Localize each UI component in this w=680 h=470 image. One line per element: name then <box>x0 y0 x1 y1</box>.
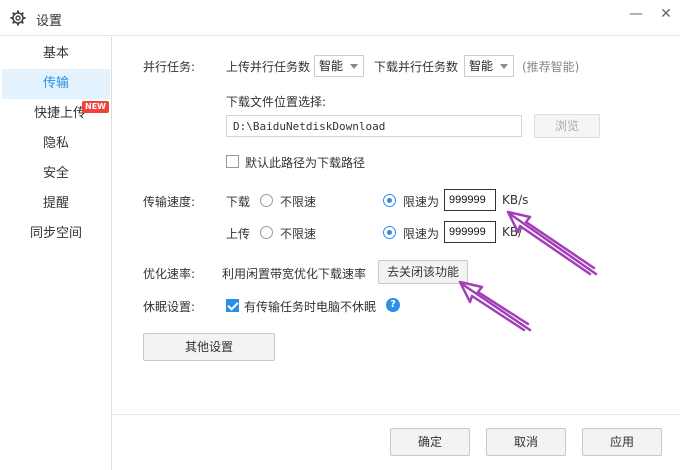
download-speed-label: 下载 <box>226 195 251 209</box>
chevron-down-icon <box>350 64 358 69</box>
download-limit-input[interactable]: 999999 <box>444 189 496 211</box>
sidebar-item-reminder[interactable]: 提醒 <box>2 189 110 219</box>
disable-optimize-button[interactable]: 去关闭该功能 <box>378 260 468 284</box>
sidebar-item-sync-space[interactable]: 同步空间 <box>2 219 110 249</box>
parallel-hint: (推荐智能) <box>522 60 580 74</box>
optimize-section-label: 优化速率: <box>143 267 196 281</box>
download-unlimited-radio[interactable] <box>260 194 273 207</box>
speed-section-label: 传输速度: <box>143 195 196 209</box>
download-parallel-value: 智能 <box>469 59 494 73</box>
other-settings-button[interactable]: 其他设置 <box>143 333 275 361</box>
upload-limit-radio[interactable] <box>383 226 396 239</box>
download-path-input[interactable] <box>226 115 522 137</box>
upload-unlimited-label: 不限速 <box>280 227 317 241</box>
gear-icon <box>10 10 26 26</box>
prevent-sleep-label: 有传输任务时电脑不休眠 <box>244 300 377 314</box>
close-icon[interactable]: ✕ <box>656 6 676 22</box>
download-unit-label: KB/s <box>502 193 529 207</box>
upload-unlimited-radio[interactable] <box>260 226 273 239</box>
upload-parallel-value: 智能 <box>319 59 344 73</box>
upload-limit-label: 限速为 <box>403 227 440 241</box>
arrow-icon <box>506 210 598 276</box>
browse-button[interactable]: 浏览 <box>534 114 600 138</box>
arrow-icon <box>458 280 532 332</box>
upload-parallel-select[interactable]: 智能 <box>314 55 364 77</box>
download-parallel-select[interactable]: 智能 <box>464 55 514 77</box>
sidebar-item-security[interactable]: 安全 <box>2 159 110 189</box>
chevron-down-icon <box>500 64 508 69</box>
upload-parallel-label: 上传并行任务数 <box>226 60 311 74</box>
download-parallel-label: 下载并行任务数 <box>374 60 459 74</box>
title-bar: 设置 — ✕ <box>0 0 680 36</box>
ok-button[interactable]: 确定 <box>390 428 470 456</box>
optimize-description: 利用闲置带宽优化下载速率 <box>222 267 367 281</box>
default-path-label: 默认此路径为下载路径 <box>245 156 366 170</box>
sidebar-item-privacy[interactable]: 隐私 <box>2 129 110 159</box>
cancel-button[interactable]: 取消 <box>486 428 566 456</box>
upload-limit-input[interactable]: 999999 <box>444 221 496 243</box>
download-limit-radio[interactable] <box>383 194 396 207</box>
window-title: 设置 <box>36 14 63 29</box>
default-path-checkbox[interactable] <box>226 155 239 168</box>
upload-unit-label: KB/ <box>502 225 523 239</box>
upload-speed-label: 上传 <box>226 227 251 241</box>
minimize-icon[interactable]: — <box>626 6 646 22</box>
help-icon[interactable]: ? <box>386 298 400 312</box>
download-limit-label: 限速为 <box>403 195 440 209</box>
download-location-label: 下载文件位置选择: <box>226 95 327 109</box>
sleep-section-label: 休眠设置: <box>143 300 196 314</box>
download-unlimited-label: 不限速 <box>280 195 317 209</box>
new-badge: NEW <box>82 101 109 113</box>
parallel-section-label: 并行任务: <box>143 60 196 74</box>
apply-button[interactable]: 应用 <box>582 428 662 456</box>
sidebar-item-transfer[interactable]: 传输 <box>2 69 110 99</box>
sidebar: 基本 传输 快捷上传 NEW 隐私 安全 提醒 同步空间 <box>0 37 112 470</box>
prevent-sleep-checkbox[interactable] <box>226 299 239 312</box>
sidebar-item-basic[interactable]: 基本 <box>2 39 110 69</box>
